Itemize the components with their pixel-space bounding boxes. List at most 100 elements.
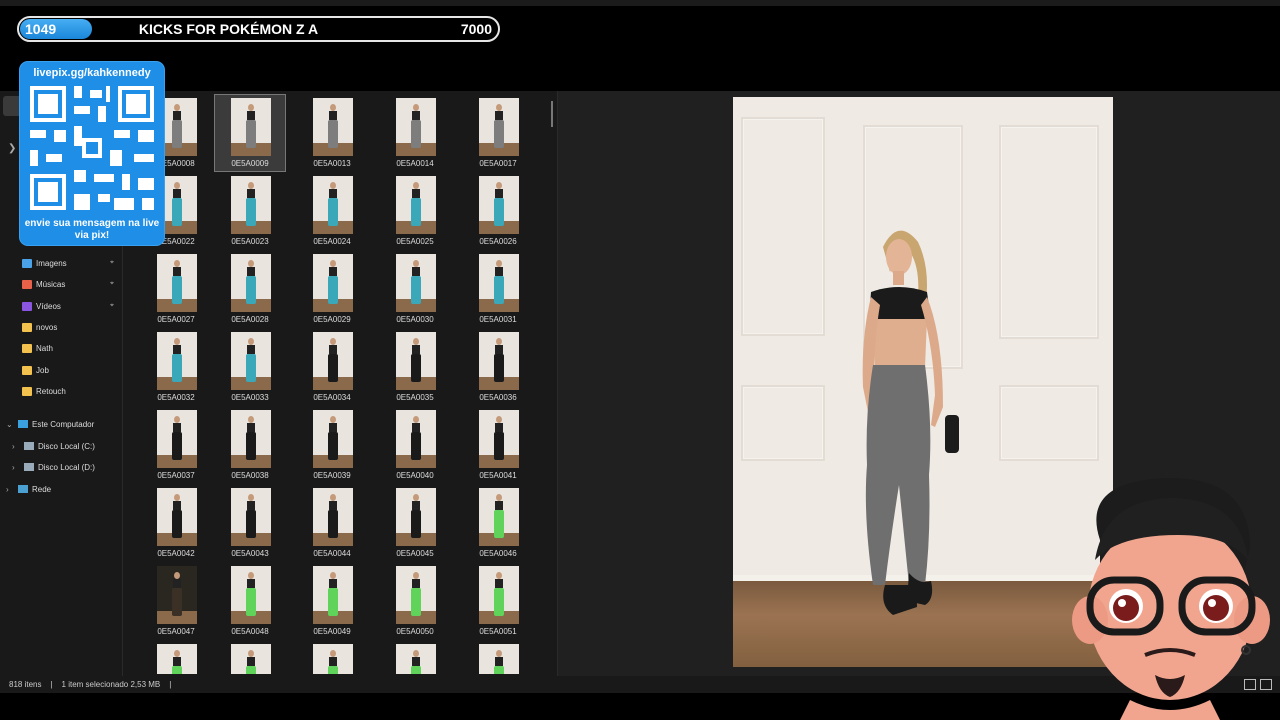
file-name: 0E5A0051 [479,627,517,636]
file-name: 0E5A0042 [157,549,195,558]
file-name: 0E5A0045 [396,549,434,558]
file-thumbnail[interactable]: 0E5A0047 [141,563,211,639]
sidebar-item-nath[interactable]: Nath [22,339,53,357]
file-thumbnail[interactable]: 0E5A0014 [380,95,450,171]
top-strip [0,0,1280,6]
thumbnail-image [479,332,519,390]
file-thumbnail[interactable]: 0E5A0029 [297,251,367,327]
chevron-right-icon[interactable]: › [12,463,24,472]
file-thumbnail[interactable]: 0E5A0030 [380,251,450,327]
thumbnail-image [396,410,436,468]
file-name: 0E5A0046 [479,549,517,558]
file-thumbnail[interactable]: 0E5A0028 [215,251,285,327]
file-thumbnail[interactable]: 0E5A0046 [463,485,533,561]
file-thumbnail[interactable] [215,641,285,674]
sidebar-item-retouch[interactable]: Retouch [22,382,66,400]
file-thumbnail[interactable]: 0E5A0032 [141,329,211,405]
scrollbar-thumb[interactable] [551,101,553,127]
file-name: 0E5A0043 [231,549,269,558]
file-name: 0E5A0050 [396,627,434,636]
chevron-right-icon[interactable]: › [12,442,24,451]
item-count: 818 itens [9,680,42,689]
sidebar-item-label: Job [36,365,49,375]
file-name: 0E5A0023 [231,237,269,246]
file-thumbnail[interactable]: 0E5A0051 [463,563,533,639]
folder-icon [22,343,32,353]
file-thumbnail[interactable]: 0E5A0017 [463,95,533,171]
file-thumbnail[interactable]: 0E5A0040 [380,407,450,483]
chevron-right-icon[interactable]: › [6,485,18,494]
sidebar-item-label: Vídeos [36,301,61,311]
file-thumbnail[interactable]: 0E5A0045 [380,485,450,561]
thumbnail-image [157,644,197,674]
pin-icon: ⌖ [110,259,114,266]
thumbnail-image [313,254,353,312]
file-thumbnail[interactable]: 0E5A0033 [215,329,285,405]
pin-icon: ⌖ [110,302,114,309]
tree-item-este-computador[interactable]: ⌄ Este Computador [6,416,94,432]
thumbnail-image [313,644,353,674]
file-thumbnail[interactable]: 0E5A0035 [380,329,450,405]
file-thumbnail[interactable]: 0E5A0023 [215,173,285,249]
sidebar-item-vídeos[interactable]: Vídeos ⌖ [22,297,114,315]
sidebar-item-job[interactable]: Job [22,361,49,379]
file-thumbnail[interactable]: 0E5A0031 [463,251,533,327]
chevron-down-icon[interactable]: ⌄ [6,420,18,429]
thumbnail-image [313,332,353,390]
thumbnail-image [396,254,436,312]
chevron-right-icon[interactable]: ❯ [8,143,16,154]
tree-item-disco-local-d[interactable]: › Disco Local (D:) [12,459,95,475]
file-thumbnail[interactable]: 0E5A0043 [215,485,285,561]
sidebar-item-label: Retouch [36,386,66,396]
thumbnail-image [231,176,271,234]
file-thumbnail[interactable]: 0E5A0042 [141,485,211,561]
qr-message: envie sua mensagem na live via pix! [24,218,160,241]
tree-item-disco-local-c[interactable]: › Disco Local (C:) [12,438,95,454]
thumbnail-image [396,488,436,546]
folder-icon [22,386,32,396]
file-thumbnail[interactable]: 0E5A0049 [297,563,367,639]
file-thumbnail[interactable]: 0E5A0044 [297,485,367,561]
thumbnail-image [479,410,519,468]
file-thumbnail[interactable]: 0E5A0027 [141,251,211,327]
computer-icon [18,420,28,428]
sidebar-item-músicas[interactable]: Músicas ⌖ [22,275,114,293]
sidebar-item-label: Imagens [36,258,67,268]
file-thumbnail[interactable]: 0E5A0037 [141,407,211,483]
file-thumbnail[interactable]: 0E5A0026 [463,173,533,249]
tree-item-label: Rede [32,484,52,494]
thumbnail-image [157,254,197,312]
thumbnail-image [313,566,353,624]
file-thumbnail[interactable] [380,641,450,674]
sidebar-item-novos[interactable]: novos [22,318,57,336]
sidebar-item-label: Músicas [36,279,66,289]
file-thumbnail[interactable]: 0E5A0034 [297,329,367,405]
file-thumbnail[interactable]: 0E5A0048 [215,563,285,639]
folder-icon [22,365,32,375]
thumbnail-image [231,644,271,674]
file-thumbnail[interactable]: 0E5A0038 [215,407,285,483]
thumbnail-image [231,98,271,156]
file-thumbnail[interactable]: 0E5A0036 [463,329,533,405]
thumbnail-image [157,332,197,390]
file-thumbnail[interactable]: 0E5A0050 [380,563,450,639]
file-thumbnail[interactable]: 0E5A0041 [463,407,533,483]
file-thumbnail[interactable] [297,641,367,674]
file-name: 0E5A0026 [479,237,517,246]
tree-item-rede[interactable]: › Rede [6,481,51,497]
livepix-qr-card: livepix.gg/kahkennedy envie sua mensagem… [20,62,164,245]
file-thumbnail[interactable] [141,641,211,674]
file-thumbnail[interactable]: 0E5A0009 [214,94,286,172]
file-thumbnail[interactable]: 0E5A0039 [297,407,367,483]
thumbnail-image [479,98,519,156]
file-thumbnail[interactable] [463,641,533,674]
file-thumbnail[interactable]: 0E5A0024 [297,173,367,249]
file-name: 0E5A0049 [313,627,351,636]
sidebar-item-imagens[interactable]: Imagens ⌖ [22,254,114,272]
file-thumbnail[interactable]: 0E5A0025 [380,173,450,249]
file-name: 0E5A0039 [313,471,351,480]
thumbnail-image [231,488,271,546]
thumbnail-image [313,98,353,156]
file-thumbnail[interactable]: 0E5A0013 [297,95,367,171]
file-name: 0E5A0036 [479,393,517,402]
